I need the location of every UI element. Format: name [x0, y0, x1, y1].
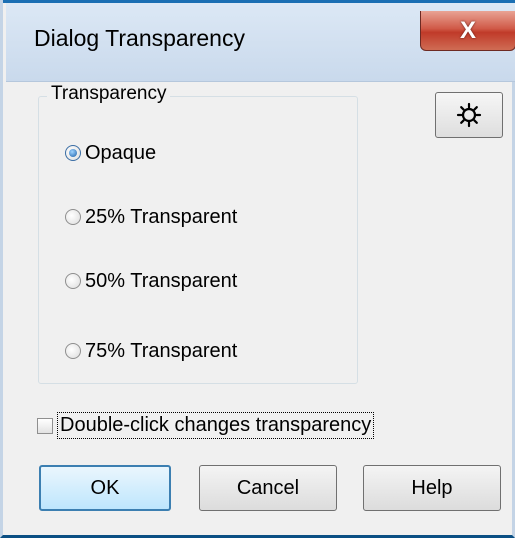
- radio-75-transparent[interactable]: 75% Transparent: [65, 336, 237, 366]
- radio-25-transparent[interactable]: 25% Transparent: [65, 202, 237, 232]
- radio-label: 75% Transparent: [85, 339, 238, 362]
- double-click-checkbox[interactable]: [37, 417, 53, 434]
- double-click-label: Double-click changes transparency: [57, 412, 375, 439]
- radio-opaque[interactable]: Opaque: [65, 138, 156, 168]
- radio-label: Opaque: [85, 141, 157, 164]
- transparency-group-label: Transparency: [47, 83, 171, 105]
- radio-label: 50% Transparent: [85, 269, 238, 292]
- radio-button[interactable]: [65, 343, 81, 359]
- double-click-option[interactable]: Double-click changes transparency: [37, 412, 375, 439]
- radio-50-transparent[interactable]: 50% Transparent: [65, 266, 237, 296]
- title-bar[interactable]: Dialog Transparency X: [6, 3, 515, 82]
- radio-button-checked[interactable]: [65, 145, 81, 161]
- radio-button[interactable]: [65, 273, 81, 289]
- close-icon: X: [459, 16, 476, 44]
- settings-button[interactable]: [435, 92, 503, 138]
- ok-button[interactable]: OK: [39, 465, 171, 511]
- dialog-title: Dialog Transparency: [34, 25, 245, 51]
- dialog-window: Dialog Transparency X Transparency Opaqu…: [0, 0, 515, 538]
- cancel-button[interactable]: Cancel: [199, 465, 337, 511]
- gear-icon: [456, 102, 482, 128]
- radio-button[interactable]: [65, 209, 81, 225]
- close-button[interactable]: X: [420, 11, 515, 51]
- radio-label: 25% Transparent: [85, 205, 238, 228]
- help-button[interactable]: Help: [363, 465, 501, 511]
